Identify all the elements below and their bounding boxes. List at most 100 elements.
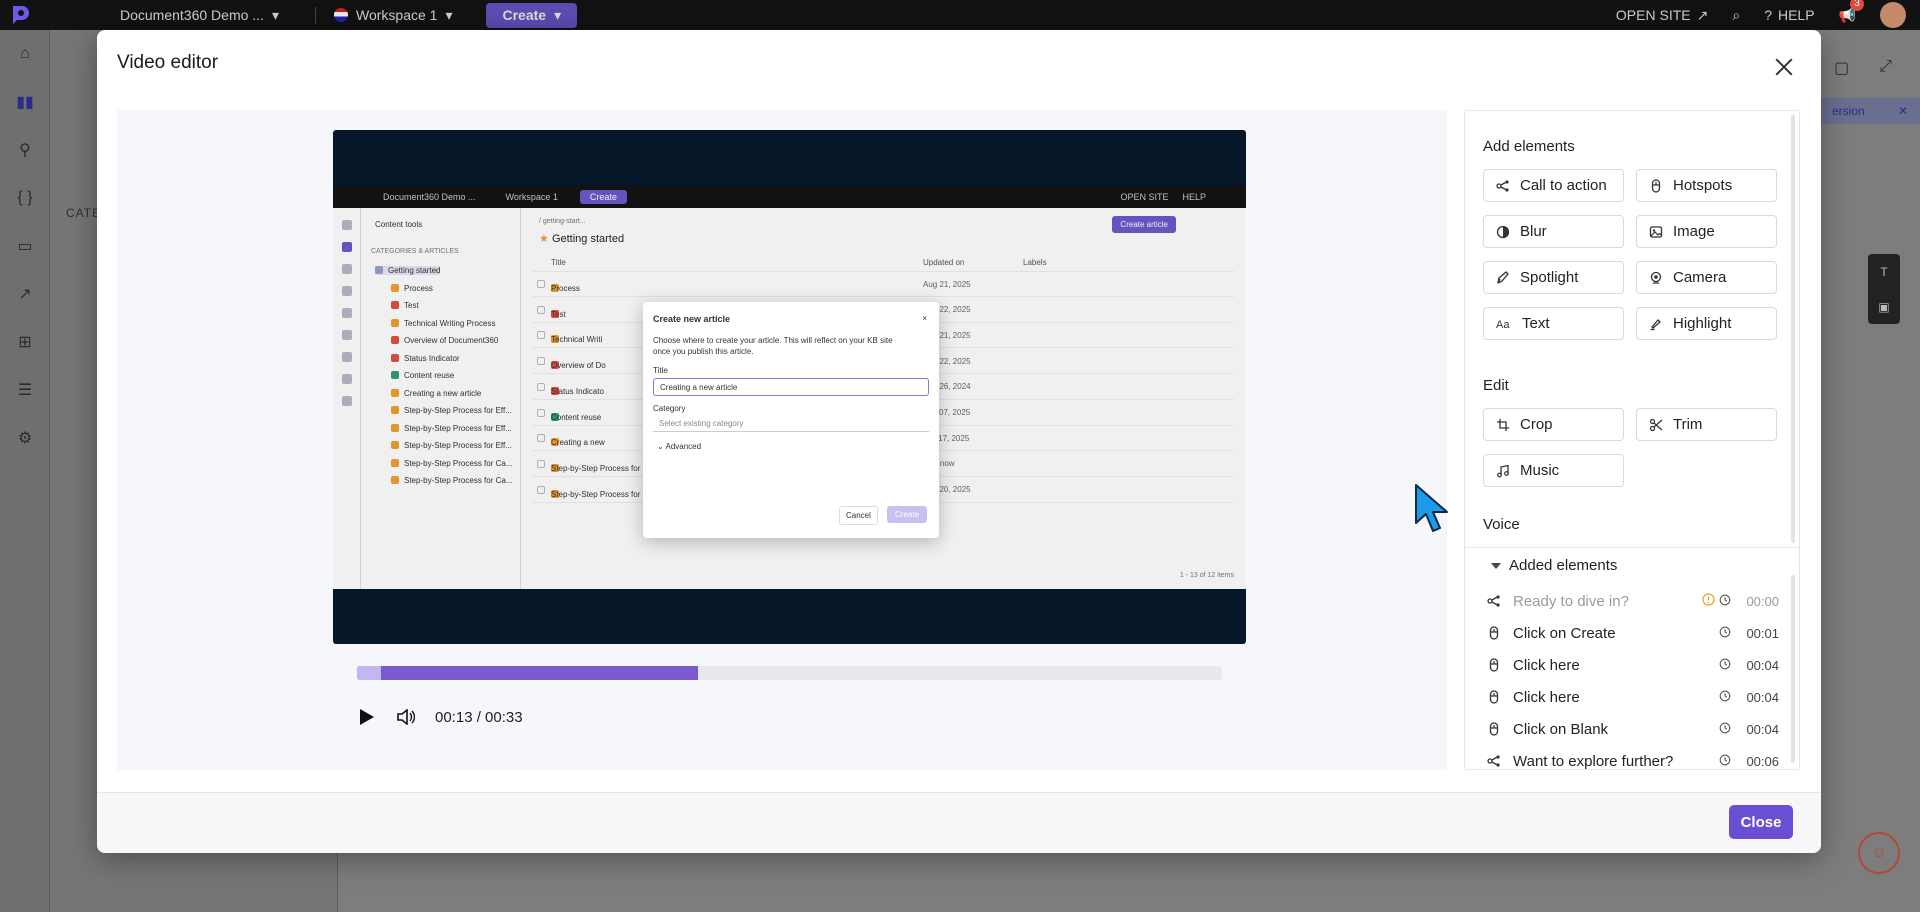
spotlight-icon bbox=[1496, 270, 1510, 285]
announcements-button[interactable]: 📢 3 bbox=[1839, 0, 1864, 24]
help-bot-icon[interactable]: ☺ bbox=[1858, 832, 1900, 874]
workspace-selector[interactable]: Workspace 1 ▾ bbox=[315, 6, 452, 24]
project-selector[interactable]: Document360 Demo ... ▾ bbox=[120, 7, 279, 24]
element-label: Call to action bbox=[1520, 177, 1607, 194]
added-element-item[interactable]: Click here 00:04 bbox=[1487, 652, 1779, 678]
clock-icon bbox=[1719, 593, 1731, 610]
mini-dialog-desc-1: Choose where to create your article. Thi… bbox=[653, 336, 893, 345]
video-preview[interactable]: Document360 Demo ... Workspace 1 Create … bbox=[333, 130, 1246, 644]
settings-icon[interactable]: ⚙ bbox=[0, 414, 50, 462]
create-dropdown-button[interactable]: Create ▾ bbox=[486, 2, 578, 28]
close-icon[interactable]: ✕ bbox=[1898, 104, 1908, 118]
crop-button[interactable]: Crop bbox=[1483, 408, 1624, 441]
hotspots-icon bbox=[1649, 178, 1663, 193]
music-button[interactable]: Music bbox=[1483, 454, 1624, 487]
expand-icon[interactable]: ⤢ bbox=[1879, 58, 1892, 78]
added-element-item[interactable]: Click on Blank 00:04 bbox=[1487, 716, 1779, 742]
avatar[interactable] bbox=[1880, 2, 1906, 28]
help-button[interactable]: ? HELP bbox=[1764, 7, 1814, 23]
help-icon: ? bbox=[1764, 7, 1772, 23]
hotspot-icon bbox=[1487, 722, 1501, 736]
added-scrollbar[interactable] bbox=[1791, 575, 1795, 763]
video-timeline[interactable] bbox=[357, 666, 1222, 680]
hotspot-icon bbox=[1487, 626, 1501, 640]
added-element-item[interactable]: Ready to dive in? 00:00 bbox=[1487, 588, 1779, 614]
project-name: Document360 Demo ... bbox=[120, 7, 264, 23]
svg-text:Aa: Aa bbox=[1496, 319, 1510, 331]
added-element-time: 00:04 bbox=[1746, 689, 1779, 705]
blur-icon bbox=[1496, 225, 1510, 239]
categories-label: CATE bbox=[66, 206, 102, 220]
mini-category-select: Select existing category bbox=[653, 416, 929, 432]
added-element-item[interactable]: Click here 00:04 bbox=[1487, 684, 1779, 710]
element-label: Text bbox=[1522, 315, 1550, 332]
spotlight-button[interactable]: Spotlight bbox=[1483, 261, 1624, 294]
text-icon: Aa bbox=[1496, 317, 1512, 331]
document360-logo[interactable] bbox=[0, 3, 40, 27]
divider bbox=[1465, 547, 1801, 548]
widgets-icon[interactable]: ☰ bbox=[0, 366, 50, 414]
analytics-icon[interactable]: ↗ bbox=[0, 270, 50, 318]
element-label: Music bbox=[1520, 462, 1560, 479]
workflow-icon[interactable]: ⚲ bbox=[0, 126, 50, 174]
edit-title: Edit bbox=[1483, 377, 1509, 394]
element-label: Highlight bbox=[1673, 315, 1732, 332]
added-element-item[interactable]: Want to explore further? 00:06 bbox=[1487, 748, 1779, 774]
playback-time: 00:13 / 00:33 bbox=[435, 708, 523, 726]
added-element-label: Ready to dive in? bbox=[1513, 592, 1629, 610]
api-icon[interactable]: { } bbox=[0, 174, 50, 222]
element-label: Hotspots bbox=[1673, 177, 1733, 194]
volume-icon[interactable] bbox=[395, 706, 417, 728]
added-element-item[interactable]: Click on Create 00:01 bbox=[1487, 620, 1779, 646]
added-element-time: 00:04 bbox=[1746, 721, 1779, 737]
chevron-down-icon: ▾ bbox=[271, 6, 279, 23]
caption-tool-icon[interactable]: ▣ bbox=[1878, 300, 1889, 314]
blur-button[interactable]: Blur bbox=[1483, 215, 1624, 248]
clock-icon bbox=[1719, 753, 1731, 770]
call-to-action-icon bbox=[1496, 179, 1510, 193]
player-controls: 00:13 / 00:33 bbox=[355, 706, 523, 728]
mini-dialog-title: Create new article bbox=[653, 314, 731, 324]
close-icon[interactable] bbox=[1773, 56, 1795, 78]
call-to-action-icon bbox=[1487, 594, 1501, 608]
clock-icon bbox=[1719, 657, 1731, 674]
documentation-icon[interactable]: ▮▮ bbox=[0, 78, 50, 126]
create-label: Create bbox=[502, 7, 547, 23]
main-nav-rail: ⌂ ▮▮ ⚲ { } ▭ ↗ ⊞ ☰ ⚙ bbox=[0, 30, 50, 912]
highlight-button[interactable]: Highlight bbox=[1636, 307, 1777, 340]
app-topbar: Document360 Demo ... ▾ Workspace 1 ▾ Cre… bbox=[0, 0, 1920, 30]
feedback-icon[interactable]: ▭ bbox=[0, 222, 50, 270]
clock-icon bbox=[1719, 721, 1731, 738]
play-icon[interactable] bbox=[355, 706, 377, 728]
comment-icon[interactable]: ▢ bbox=[1834, 58, 1849, 78]
call-to-action-button[interactable]: Call to action bbox=[1483, 169, 1624, 202]
integrations-icon[interactable]: ⊞ bbox=[0, 318, 50, 366]
text-button[interactable]: Aa Text bbox=[1483, 307, 1624, 340]
open-site-link[interactable]: OPEN SITE ↗ bbox=[1616, 7, 1708, 24]
close-button[interactable]: Close bbox=[1729, 805, 1793, 839]
image-button[interactable]: Image bbox=[1636, 215, 1777, 248]
mini-title-input: Creating a new article bbox=[653, 378, 929, 396]
mini-cancel: Cancel bbox=[839, 506, 878, 525]
search-icon[interactable]: ⌕ bbox=[1732, 7, 1740, 24]
added-element-time: 00:00 bbox=[1746, 593, 1779, 609]
hotspots-button[interactable]: Hotspots bbox=[1636, 169, 1777, 202]
home-icon[interactable]: ⌂ bbox=[0, 30, 50, 78]
text-tool-icon[interactable]: T bbox=[1880, 265, 1887, 279]
panel-scrollbar[interactable] bbox=[1791, 115, 1795, 543]
added-elements-toggle[interactable]: Added elements bbox=[1491, 557, 1617, 574]
element-label: Spotlight bbox=[1520, 269, 1579, 286]
camera-button[interactable]: Camera bbox=[1636, 261, 1777, 294]
add-elements-title: Add elements bbox=[1483, 138, 1575, 155]
floating-tools: T ▣ bbox=[1868, 254, 1900, 324]
trim-button[interactable]: Trim bbox=[1636, 408, 1777, 441]
recorded-screenshot: Document360 Demo ... Workspace 1 Create … bbox=[333, 186, 1246, 589]
added-element-label: Click here bbox=[1513, 656, 1580, 674]
caret-down-icon bbox=[1491, 562, 1501, 569]
video-stage: Document360 Demo ... Workspace 1 Create … bbox=[117, 110, 1447, 770]
version-banner[interactable]: ersion ✕ bbox=[1820, 98, 1920, 124]
element-label: Crop bbox=[1520, 416, 1553, 433]
mini-category-label: Category bbox=[653, 404, 686, 413]
external-link-icon: ↗ bbox=[1696, 6, 1709, 23]
mini-create-dialog: Create new article × Choose where to cre… bbox=[643, 302, 939, 538]
